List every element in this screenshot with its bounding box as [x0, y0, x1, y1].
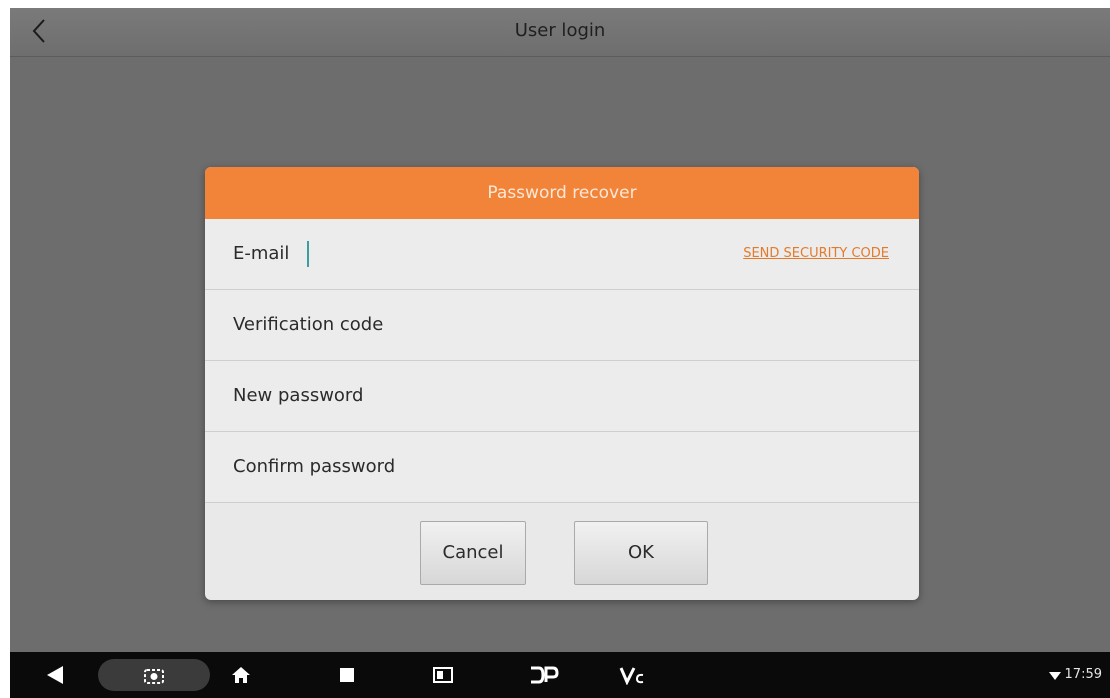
screenshot-button[interactable] [138, 652, 170, 698]
verification-code-field[interactable]: Verification code [205, 290, 919, 361]
send-security-code-link[interactable]: SEND SECURITY CODE [743, 219, 889, 289]
dp-logo [531, 666, 559, 684]
vci-app-button[interactable] [615, 652, 651, 698]
confirm-password-field[interactable]: Confirm password [205, 432, 919, 503]
triangle-back-icon [47, 666, 63, 684]
confirm-password-label: Confirm password [233, 456, 396, 477]
top-bar: User login [10, 8, 1110, 57]
email-label: E-mail [233, 243, 290, 264]
text-cursor [307, 241, 309, 267]
content-area: Password recover E-mail SEND SECURITY CO… [10, 57, 1110, 652]
dialog-actions: Cancel OK [205, 502, 919, 600]
dp-app-button[interactable] [524, 652, 564, 698]
vci-logo [619, 667, 644, 685]
home-button[interactable] [226, 652, 256, 698]
window-icon [433, 667, 453, 683]
email-field[interactable]: E-mail SEND SECURITY CODE [205, 219, 919, 290]
camera-icon [144, 669, 164, 684]
home-icon [232, 667, 250, 683]
wifi-icon [1048, 671, 1061, 680]
password-recover-dialog: Password recover E-mail SEND SECURITY CO… [205, 167, 919, 600]
cancel-button[interactable]: Cancel [420, 521, 526, 585]
window-button[interactable] [428, 652, 458, 698]
app-screen: User login Password recover E-mail SEND … [10, 8, 1110, 698]
recents-button[interactable] [332, 652, 362, 698]
system-nav-bar: 17:59 [10, 652, 1110, 698]
nav-back-button[interactable] [38, 652, 72, 698]
square-icon [340, 668, 354, 682]
ok-button[interactable]: OK [574, 521, 708, 585]
clock: 17:59 [1064, 667, 1102, 682]
dialog-title: Password recover [205, 167, 919, 219]
verification-code-label: Verification code [233, 314, 384, 335]
status-area: 17:59 [1048, 652, 1102, 698]
page-title: User login [514, 20, 606, 41]
new-password-label: New password [233, 385, 364, 406]
new-password-field[interactable]: New password [205, 361, 919, 432]
